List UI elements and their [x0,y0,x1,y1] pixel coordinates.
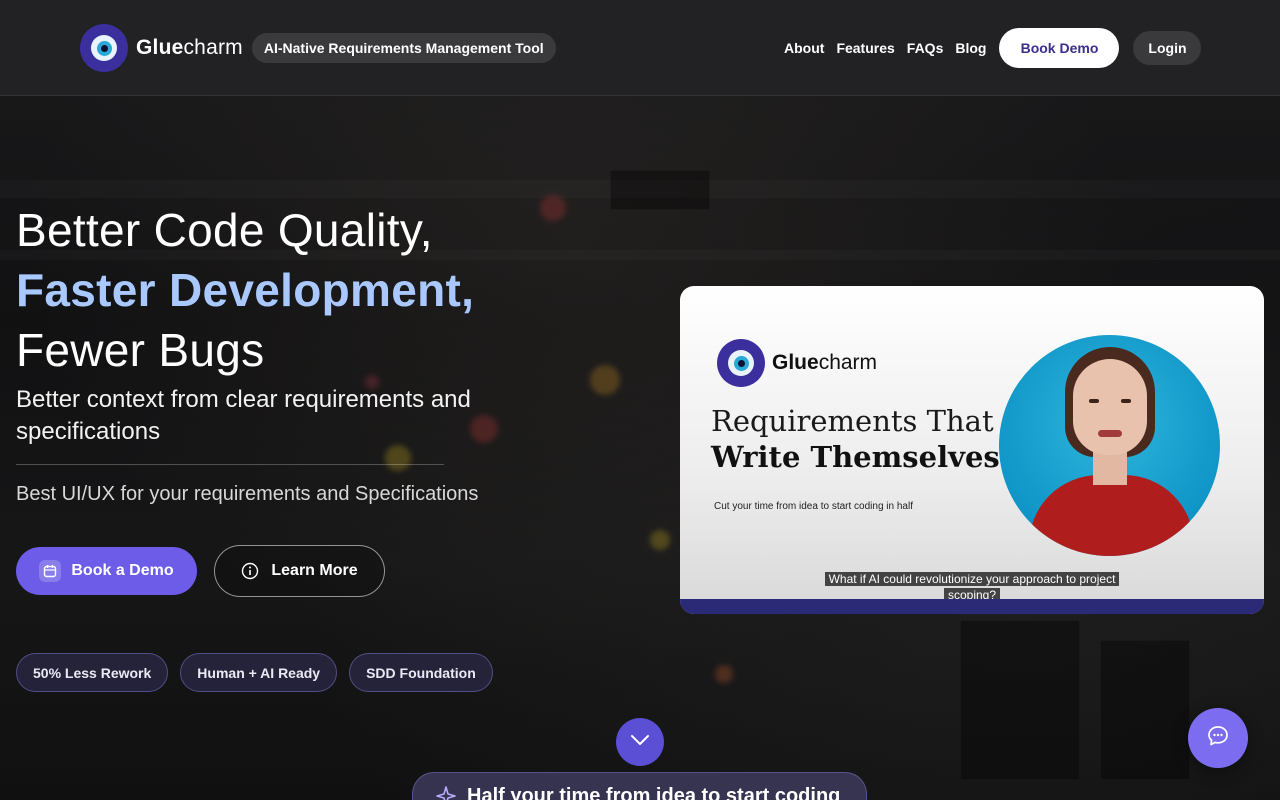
hero-heading-line1: Better Code Quality, [16,204,433,256]
hero-section: Better Code Quality, Faster Development,… [16,200,576,506]
video-title-line1: Requirements That [711,404,994,438]
brand-name: Gluecharm [136,36,243,60]
badge-less-rework: 50% Less Rework [16,653,169,692]
brand-prefix: Glue [136,36,184,59]
half-time-text: Half your time from idea to start coding [467,785,841,800]
video-title-line2: Write Themselves [711,440,1000,474]
nav-about[interactable]: About [784,40,824,56]
brand-suffix: charm [183,36,243,59]
chat-widget-button[interactable] [1188,708,1248,768]
nav-faqs[interactable]: FAQs [907,40,944,56]
hero-subtitle: Better context from clear requirements a… [16,386,471,445]
eye-logo-icon [80,24,128,72]
brand-logo[interactable]: Gluecharm AI-Native Requirements Managem… [80,24,556,72]
nav-features[interactable]: Features [836,40,894,56]
hero-divider [16,464,444,465]
sparkle-icon [435,785,457,800]
book-a-demo-button[interactable]: Book a Demo [16,547,197,595]
calendar-icon [39,560,62,582]
feature-badges: 50% Less Rework Human + AI Ready SDD Fou… [16,653,505,692]
video-brand-suffix: charm [818,351,878,374]
video-tagline: Cut your time from idea to start coding … [714,501,913,512]
presenter-portrait [999,335,1220,556]
eye-logo-icon [717,339,765,387]
hero-heading-line3: Fewer Bugs [16,324,265,376]
scroll-down-button[interactable] [616,718,664,766]
book-demo-button[interactable]: Book Demo [999,28,1120,68]
chat-bubble-icon [1206,724,1230,753]
tagline-badge: AI-Native Requirements Management Tool [251,33,556,63]
half-time-banner: Half your time from idea to start coding [412,772,867,800]
main-nav: About Features FAQs Blog Book Demo Login [784,28,1202,68]
video-brand-prefix: Glue [772,351,819,374]
info-icon [241,562,259,580]
badge-human-ai: Human + AI Ready [180,653,338,692]
badge-sdd: SDD Foundation [349,653,493,692]
hero-cta-row: Book a Demo Learn More [16,545,385,597]
video-brand-name: Gluecharm [772,351,877,375]
promo-video[interactable]: Gluecharm Requirements That Write Themse… [680,286,1264,614]
hero-subtitle-secondary: Best UI/UX for your requirements and Spe… [16,483,479,505]
hero-heading-line2: Faster Development, [16,264,475,316]
learn-more-label: Learn More [271,562,358,579]
login-button[interactable]: Login [1133,31,1202,65]
nav-blog[interactable]: Blog [955,40,986,56]
chevron-down-icon [630,733,650,751]
video-brand-logo: Gluecharm [717,339,877,387]
site-header: Gluecharm AI-Native Requirements Managem… [0,0,1280,96]
video-caption-line1: What if AI could revolutionize your appr… [824,572,1120,586]
learn-more-button[interactable]: Learn More [214,545,385,597]
video-progress-bar[interactable] [680,599,1264,614]
book-a-demo-label: Book a Demo [71,562,174,579]
